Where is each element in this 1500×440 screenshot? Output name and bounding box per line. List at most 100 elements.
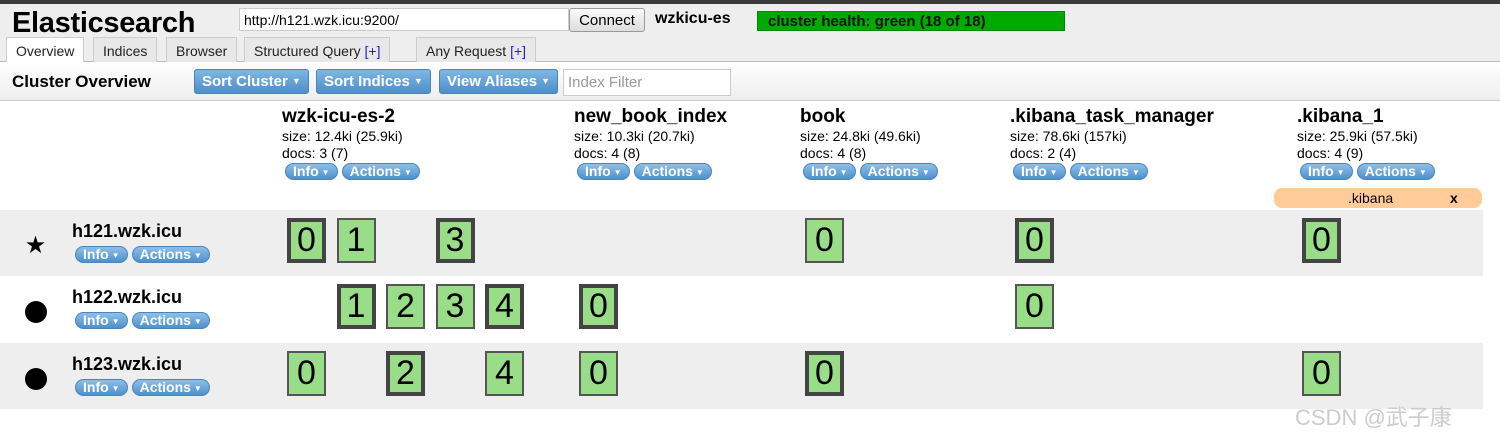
primary-shard[interactable]: 0 <box>287 218 326 263</box>
replica-shard[interactable]: 0 <box>579 351 618 396</box>
chevron-down-icon: ▼ <box>193 384 202 393</box>
chevron-down-icon: ▼ <box>1049 168 1058 177</box>
index-size: size: 12.4ki (25.9ki) <box>282 128 403 144</box>
master-star-icon: ★ <box>24 232 47 259</box>
info-button[interactable]: Info ▼ <box>285 163 338 180</box>
replica-shard[interactable]: 0 <box>805 218 844 263</box>
info-button[interactable]: Info ▼ <box>1300 163 1353 180</box>
node-dot-icon <box>25 301 47 323</box>
primary-shard[interactable]: 4 <box>485 284 524 329</box>
info-button[interactable]: Info ▼ <box>75 246 128 263</box>
actions-button[interactable]: Actions ▼ <box>341 163 420 180</box>
primary-shard[interactable]: 0 <box>1302 218 1341 263</box>
tab-indices[interactable]: Indices <box>93 37 158 62</box>
actions-button[interactable]: Actions ▼ <box>131 246 210 263</box>
button-label: Sort Cluster <box>202 73 288 90</box>
chevron-down-icon: ▼ <box>321 168 330 177</box>
primary-shard[interactable]: 1 <box>336 284 376 329</box>
chevron-down-icon: ▼ <box>1336 168 1345 177</box>
primary-shard[interactable]: 0 <box>579 284 618 329</box>
node-row: ★ h121.wzk.icu Info ▼ Actions ▼ 0 1 3 0 0 0 <box>0 210 1483 276</box>
actions-button[interactable]: Actions ▼ <box>859 163 938 180</box>
button-label: Info <box>585 163 611 179</box>
chevron-down-icon: ▼ <box>403 168 412 177</box>
node-row: h122.wzk.icu Info ▼ Actions ▼ 1 2 3 4 0 0 <box>0 276 1483 342</box>
button-label: Actions <box>867 163 919 179</box>
chevron-down-icon: ▼ <box>111 317 120 326</box>
overview-toolbar: Cluster Overview Sort Cluster ▼ Sort Indi… <box>0 62 1500 101</box>
tab-label: Any Request <box>426 43 507 59</box>
button-label: Info <box>1021 163 1047 179</box>
index-header: .kibana_task_manager size: 78.6ki (157ki… <box>1010 106 1214 181</box>
info-button[interactable]: Info ▼ <box>803 163 856 180</box>
index-name: .kibana_task_manager <box>1010 106 1214 127</box>
chevron-down-icon: ▼ <box>193 317 202 326</box>
actions-button[interactable]: Actions ▼ <box>633 163 712 180</box>
replica-shard[interactable]: 3 <box>435 284 475 329</box>
chevron-down-icon: ▼ <box>1418 168 1427 177</box>
index-header: book size: 24.8ki (49.6ki) docs: 4 (8) I… <box>800 106 942 181</box>
primary-shard[interactable]: 3 <box>435 218 475 263</box>
chevron-down-icon: ▼ <box>613 168 622 177</box>
index-filter-input[interactable]: Index Filter <box>563 69 731 96</box>
replica-shard[interactable]: 2 <box>386 284 425 329</box>
app-title: Elasticsearch <box>12 7 196 39</box>
info-button[interactable]: Info ▼ <box>577 163 630 180</box>
replica-shard[interactable]: 0 <box>1302 351 1341 396</box>
button-label: Actions <box>349 163 401 179</box>
tab-browser[interactable]: Browser <box>166 37 238 62</box>
index-header: wzk-icu-es-2 size: 12.4ki (25.9ki) docs:… <box>282 106 424 181</box>
index-size: size: 24.8ki (49.6ki) <box>800 128 921 144</box>
actions-button[interactable]: Actions ▼ <box>131 312 210 329</box>
cluster-url-input[interactable]: http://h121.wzk.icu:9200/ <box>239 8 569 31</box>
tab-any-request[interactable]: Any Request [+] <box>416 37 537 62</box>
index-docs: docs: 2 (4) <box>1010 145 1077 161</box>
index-docs: docs: 4 (9) <box>1297 145 1364 161</box>
primary-shard[interactable]: 0 <box>805 351 844 396</box>
index-docs: docs: 4 (8) <box>574 145 641 161</box>
actions-button[interactable]: Actions ▼ <box>131 379 210 396</box>
node-row: h123.wzk.icu Info ▼ Actions ▼ 0 2 4 0 0 0 <box>0 343 1483 409</box>
index-header: new_book_index size: 10.3ki (20.7ki) doc… <box>574 106 727 181</box>
watermark: CSDN @武子康 <box>1295 405 1452 430</box>
replica-shard[interactable]: 0 <box>287 351 326 396</box>
tab-structured-query[interactable]: Structured Query [+] <box>244 37 391 62</box>
alias-name: .kibana <box>1348 190 1394 206</box>
info-button[interactable]: Info ▼ <box>1013 163 1066 180</box>
button-label: Info <box>811 163 837 179</box>
replica-shard[interactable]: 4 <box>485 351 524 396</box>
index-size: size: 25.9ki (57.5ki) <box>1297 128 1418 144</box>
button-label: View Aliases <box>447 73 538 90</box>
sort-cluster-button[interactable]: Sort Cluster ▼ <box>194 69 309 94</box>
index-name: wzk-icu-es-2 <box>282 106 395 127</box>
index-name: book <box>800 106 846 127</box>
add-tab-link[interactable]: [+] <box>510 43 526 59</box>
connect-button[interactable]: Connect <box>569 8 645 32</box>
replica-shard[interactable]: 0 <box>1015 284 1054 329</box>
page-title: Cluster Overview <box>12 72 151 91</box>
index-size: size: 10.3ki (20.7ki) <box>574 128 695 144</box>
info-button[interactable]: Info ▼ <box>75 379 128 396</box>
primary-shard[interactable]: 0 <box>1015 218 1054 263</box>
button-label: Info <box>83 379 109 395</box>
chevron-down-icon: ▼ <box>541 76 550 86</box>
replica-shard[interactable]: 1 <box>336 218 376 263</box>
primary-shard[interactable]: 2 <box>386 351 425 396</box>
actions-button[interactable]: Actions ▼ <box>1356 163 1435 180</box>
tab-overview[interactable]: Overview <box>6 37 85 63</box>
chevron-down-icon: ▼ <box>1131 168 1140 177</box>
view-aliases-button[interactable]: View Aliases ▼ <box>439 69 558 94</box>
add-tab-link[interactable]: [+] <box>365 43 381 59</box>
button-label: Actions <box>139 312 191 328</box>
index-header: .kibana_1 size: 25.9ki (57.5ki) docs: 4 … <box>1297 106 1439 181</box>
chevron-down-icon: ▼ <box>193 251 202 260</box>
button-label: Info <box>83 246 109 262</box>
sort-indices-button[interactable]: Sort Indices ▼ <box>316 69 431 94</box>
chevron-down-icon: ▼ <box>111 384 120 393</box>
tab-label: Structured Query <box>254 43 361 59</box>
actions-button[interactable]: Actions ▼ <box>1069 163 1148 180</box>
index-docs: docs: 3 (7) <box>282 145 349 161</box>
node-name: h123.wzk.icu <box>72 354 183 374</box>
close-icon[interactable]: x <box>1450 190 1458 206</box>
info-button[interactable]: Info ▼ <box>75 312 128 329</box>
